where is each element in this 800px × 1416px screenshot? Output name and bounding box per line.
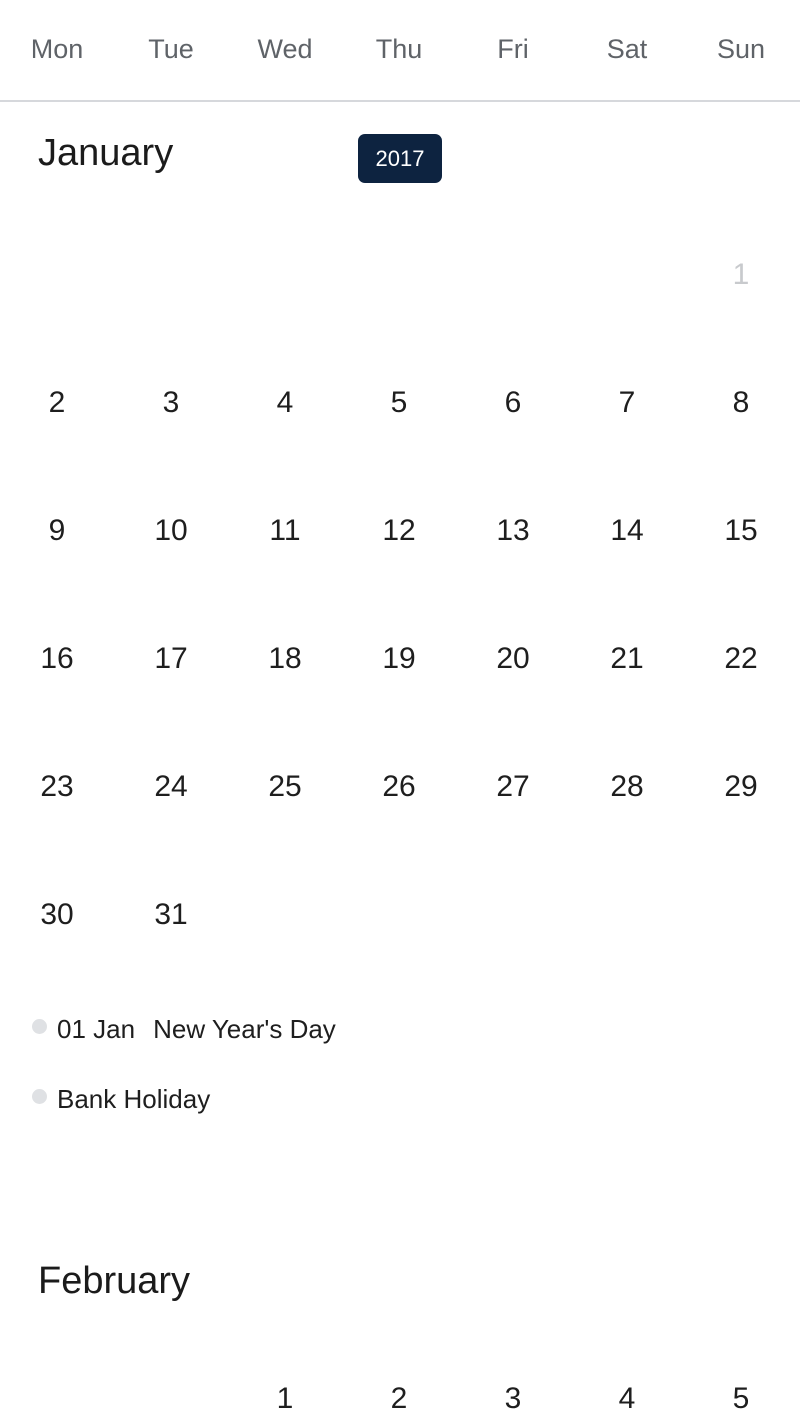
weekday-fri: Fri bbox=[497, 34, 529, 64]
weekday-mon: Mon bbox=[30, 34, 84, 64]
holiday-item[interactable]: Bank Holiday bbox=[32, 1084, 210, 1115]
weekday-wed: Wed bbox=[257, 34, 313, 64]
weekday-sat: Sat bbox=[606, 34, 648, 64]
day-jan-15[interactable]: 15 bbox=[684, 514, 798, 548]
day-jan-25[interactable]: 25 bbox=[228, 770, 342, 804]
weekday-tue: Tue bbox=[148, 34, 194, 64]
day-jan-17[interactable]: 17 bbox=[114, 642, 228, 676]
day-feb-4[interactable]: 4 bbox=[570, 1382, 684, 1416]
day-jan-12[interactable]: 12 bbox=[342, 514, 456, 548]
weekday-sun: Sun bbox=[716, 34, 766, 64]
day-jan-23[interactable]: 23 bbox=[0, 770, 114, 804]
day-jan-31[interactable]: 31 bbox=[114, 898, 228, 932]
day-jan-21[interactable]: 21 bbox=[570, 642, 684, 676]
weekday-header: Mon Tue Wed Thu Fri Sat Sun bbox=[0, 0, 800, 102]
day-jan-10[interactable]: 10 bbox=[114, 514, 228, 548]
holiday-item[interactable]: 01 Jan New Year's Day bbox=[32, 1014, 336, 1045]
day-jan-26[interactable]: 26 bbox=[342, 770, 456, 804]
day-jan-30[interactable]: 30 bbox=[0, 898, 114, 932]
year-badge[interactable]: 2017 bbox=[358, 134, 442, 183]
day-jan-3[interactable]: 3 bbox=[114, 386, 228, 420]
day-jan-8[interactable]: 8 bbox=[684, 386, 798, 420]
day-jan-6[interactable]: 6 bbox=[456, 386, 570, 420]
holiday-dot-icon bbox=[32, 1019, 47, 1034]
day-jan-20[interactable]: 20 bbox=[456, 642, 570, 676]
day-jan-14[interactable]: 14 bbox=[570, 514, 684, 548]
day-jan-22[interactable]: 22 bbox=[684, 642, 798, 676]
day-jan-5[interactable]: 5 bbox=[342, 386, 456, 420]
day-jan-13[interactable]: 13 bbox=[456, 514, 570, 548]
day-jan-18[interactable]: 18 bbox=[228, 642, 342, 676]
month-title-february: February bbox=[38, 1260, 191, 1302]
weekday-thu: Thu bbox=[375, 34, 423, 64]
day-jan-1[interactable]: 1 bbox=[684, 258, 798, 292]
day-feb-1[interactable]: 1 bbox=[228, 1382, 342, 1416]
day-feb-3[interactable]: 3 bbox=[456, 1382, 570, 1416]
holiday-name: New Year's Day bbox=[153, 1014, 336, 1044]
day-jan-9[interactable]: 9 bbox=[0, 514, 114, 548]
day-jan-2[interactable]: 2 bbox=[0, 386, 114, 420]
day-jan-29[interactable]: 29 bbox=[684, 770, 798, 804]
day-feb-2[interactable]: 2 bbox=[342, 1382, 456, 1416]
month-title-january: January bbox=[38, 132, 174, 174]
day-jan-7[interactable]: 7 bbox=[570, 386, 684, 420]
holiday-dot-icon bbox=[32, 1089, 47, 1104]
day-jan-27[interactable]: 27 bbox=[456, 770, 570, 804]
holiday-name: Bank Holiday bbox=[57, 1084, 211, 1114]
day-feb-5[interactable]: 5 bbox=[684, 1382, 798, 1416]
day-jan-28[interactable]: 28 bbox=[570, 770, 684, 804]
day-jan-24[interactable]: 24 bbox=[114, 770, 228, 804]
day-jan-16[interactable]: 16 bbox=[0, 642, 114, 676]
day-jan-11[interactable]: 11 bbox=[228, 514, 342, 548]
day-jan-19[interactable]: 19 bbox=[342, 642, 456, 676]
holiday-date: 01 Jan bbox=[57, 1014, 136, 1044]
day-jan-4[interactable]: 4 bbox=[228, 386, 342, 420]
